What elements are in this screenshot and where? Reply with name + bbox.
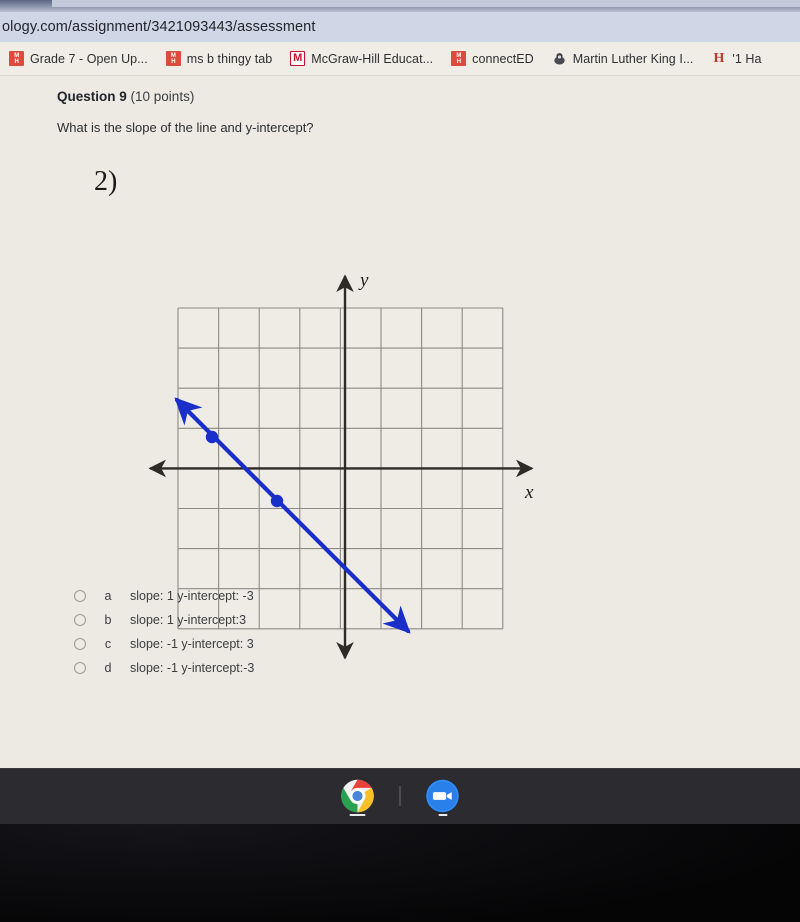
- option-c[interactable]: c slope: -1 y-intercept: 3: [74, 632, 494, 656]
- monitor-lower-bezel: [0, 824, 800, 922]
- x-axis-label: x: [524, 482, 534, 503]
- bookmark-label: connectED: [472, 51, 534, 66]
- option-text: slope: 1 y-intercept: -3: [130, 589, 254, 603]
- answer-options: a slope: 1 y-intercept: -3 b slope: 1 y-…: [74, 584, 494, 680]
- question-prompt: What is the slope of the line and y-inte…: [57, 120, 314, 135]
- bookmark-harvard[interactable]: H '1 Ha: [702, 42, 770, 75]
- dock-active-indicator: [349, 813, 366, 816]
- dock-item-zoom[interactable]: [423, 774, 463, 818]
- question-number: Question 9: [57, 89, 127, 104]
- option-letter: a: [104, 589, 112, 603]
- openup-favicon: MH: [9, 51, 24, 66]
- dock-separator: [399, 786, 401, 806]
- screenshot-root: ology.com/assignment/3421093443/assessme…: [0, 0, 800, 922]
- chrome-icon: [341, 779, 374, 813]
- harvard-h-favicon: H: [713, 51, 725, 66]
- school-crest-icon: [552, 51, 567, 66]
- data-point-2: [270, 494, 284, 508]
- mcgraw-hill-favicon: MH: [165, 51, 181, 66]
- connected-favicon: MH: [451, 51, 467, 66]
- option-text: slope: 1 y-intercept:3: [130, 613, 247, 627]
- assessment-page: Question 9 (10 points) What is the slope…: [0, 76, 800, 768]
- option-text: slope: -1 y-intercept:-3: [130, 661, 255, 675]
- browser-tabstrip: [0, 0, 800, 12]
- y-axis-label: y: [358, 270, 369, 291]
- question-points: (10 points): [130, 89, 195, 104]
- bookmark-label: '1 Ha: [732, 51, 762, 66]
- address-bar[interactable]: ology.com/assignment/3421093443/assessme…: [0, 12, 800, 42]
- radio-button-b[interactable]: [74, 614, 86, 626]
- option-text: slope: -1 y-intercept: 3: [130, 637, 254, 651]
- radio-button-c[interactable]: [74, 638, 86, 650]
- question-heading: Question 9 (10 points): [57, 89, 194, 104]
- data-point-1: [205, 430, 219, 444]
- bookmark-label: McGraw-Hill Educat...: [311, 51, 434, 66]
- radio-button-d[interactable]: [74, 662, 86, 674]
- option-b[interactable]: b slope: 1 y-intercept:3: [74, 608, 494, 632]
- bookmark-mcgraw-hill-education[interactable]: M McGraw-Hill Educat...: [281, 42, 442, 75]
- active-tab[interactable]: [52, 0, 800, 7]
- bookmark-connected[interactable]: MH connectED: [442, 42, 543, 75]
- bookmark-grade7-open-up[interactable]: MH Grade 7 - Open Up...: [0, 42, 157, 75]
- option-d[interactable]: d slope: -1 y-intercept:-3: [74, 656, 494, 680]
- bookmark-ms-b-thingy-tab[interactable]: MH ms b thingy tab: [157, 42, 282, 75]
- bookmark-label: ms b thingy tab: [186, 51, 273, 66]
- url-text: ology.com/assignment/3421093443/assessme…: [2, 19, 316, 35]
- option-a[interactable]: a slope: 1 y-intercept: -3: [74, 584, 494, 608]
- bookmarks-bar: MH Grade 7 - Open Up... MH ms b thingy t…: [0, 42, 800, 76]
- radio-button-a[interactable]: [74, 590, 86, 602]
- bookmark-label: Grade 7 - Open Up...: [30, 51, 148, 66]
- dock-active-indicator: [438, 813, 447, 816]
- option-letter: c: [104, 637, 112, 651]
- mcgraw-hill-m-favicon: M: [290, 51, 306, 66]
- os-dock: [338, 768, 463, 824]
- dock-item-chrome[interactable]: [338, 774, 378, 818]
- bookmark-martin-luther-king[interactable]: Martin Luther King I...: [543, 42, 703, 75]
- zoom-icon: [426, 779, 459, 813]
- bookmark-label: Martin Luther King I...: [572, 51, 694, 66]
- option-letter: b: [104, 613, 112, 627]
- option-letter: d: [104, 661, 112, 675]
- figure-number: 2): [94, 166, 118, 197]
